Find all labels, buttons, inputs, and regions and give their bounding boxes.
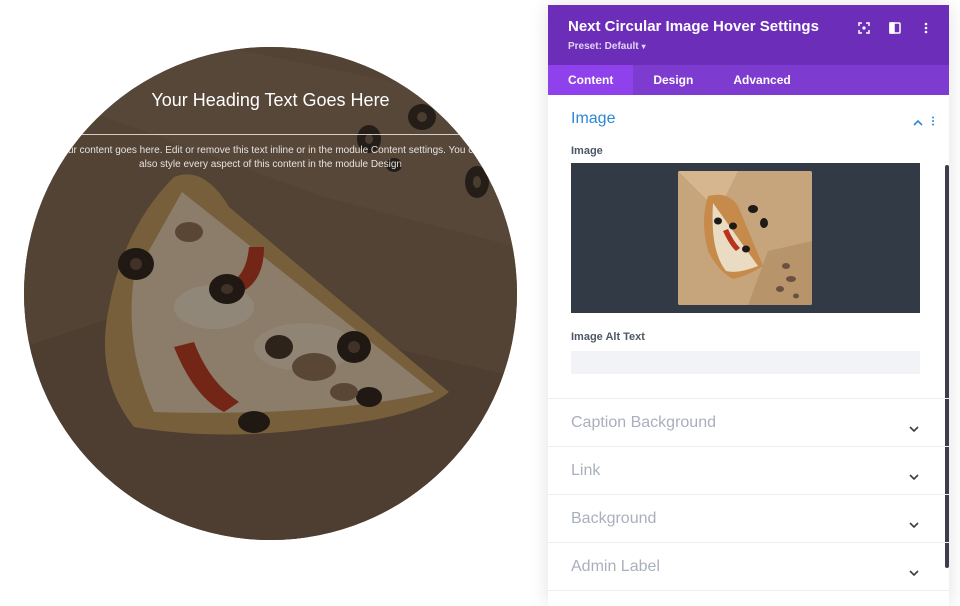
- alt-text-field-label: Image Alt Text: [571, 331, 645, 343]
- hover-body-line2: also style every aspect of this content …: [139, 159, 402, 170]
- chevron-down-icon: [909, 467, 919, 485]
- hover-heading[interactable]: Your Heading Text Goes Here: [24, 90, 517, 111]
- section-admin-label-title: Admin Label: [571, 558, 660, 575]
- chevron-down-icon: [909, 515, 919, 533]
- tab-advanced[interactable]: Advanced: [713, 65, 810, 95]
- hover-body-line1: Your content goes here. Edit or remove t…: [56, 145, 485, 156]
- tab-content[interactable]: Content: [548, 65, 634, 95]
- panel-body: Image Image Image Alt Text Caption Backg…: [548, 95, 949, 606]
- section-image-title[interactable]: Image: [571, 110, 615, 128]
- circular-image-preview[interactable]: Your Heading Text Goes Here Your content…: [24, 47, 517, 540]
- panel-header: Next Circular Image Hover Settings Prese…: [548, 5, 949, 65]
- section-caption-background[interactable]: Caption Background: [548, 399, 949, 447]
- pizza-thumbnail-icon: [678, 171, 812, 305]
- chevron-down-icon: [909, 563, 919, 581]
- panel-title: Next Circular Image Hover Settings: [568, 18, 819, 35]
- section-admin-label[interactable]: Admin Label: [548, 543, 949, 591]
- split-view-icon[interactable]: [886, 19, 904, 37]
- more-vertical-icon[interactable]: [917, 19, 935, 37]
- hover-body-text[interactable]: Your content goes here. Edit or remove t…: [24, 144, 517, 172]
- section-background-title: Background: [571, 510, 657, 527]
- image-upload-preview[interactable]: [571, 163, 920, 313]
- alt-text-input[interactable]: [571, 351, 920, 374]
- section-image: Image Image Image Alt Text: [548, 95, 949, 399]
- chevron-down-icon: [909, 419, 919, 437]
- tab-design[interactable]: Design: [633, 65, 713, 95]
- preset-selector[interactable]: Preset: Default ▾: [568, 41, 646, 52]
- preset-label: Preset: Default: [568, 41, 639, 52]
- section-link[interactable]: Link: [548, 447, 949, 495]
- chevron-up-icon[interactable]: [913, 113, 923, 131]
- section-background[interactable]: Background: [548, 495, 949, 543]
- image-thumbnail: [678, 171, 812, 305]
- hover-overlay: [24, 47, 517, 540]
- more-vertical-icon[interactable]: [931, 113, 935, 131]
- section-link-title: Link: [571, 462, 601, 479]
- focus-icon[interactable]: [855, 19, 873, 37]
- image-field-label: Image: [571, 145, 603, 157]
- section-caption-background-title: Caption Background: [571, 414, 716, 431]
- hover-divider: [69, 134, 472, 135]
- settings-tabs: Content Design Advanced: [548, 65, 949, 95]
- caret-down-icon: ▾: [641, 42, 646, 51]
- module-settings-panel: Next Circular Image Hover Settings Prese…: [548, 5, 949, 606]
